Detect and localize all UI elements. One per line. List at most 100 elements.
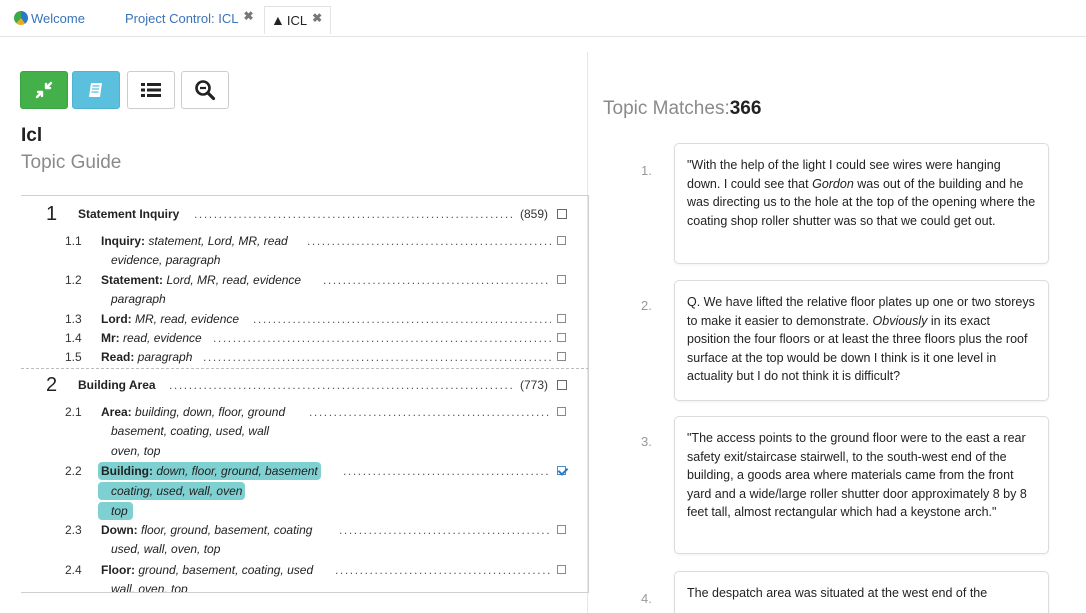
- topic-item-down[interactable]: Down: floor, ground, basement, coating: [101, 522, 312, 538]
- collapse-icon: [35, 81, 53, 99]
- item-keywords-cont: wall, oven, top: [111, 582, 188, 593]
- item-number: 2.1: [65, 405, 82, 419]
- match-emphasis: Obviously: [872, 313, 928, 328]
- topic-item-lord[interactable]: Lord: MR, read, evidence: [101, 311, 239, 327]
- topic-guide-panel: Icl Topic Guide 1 Statement Inquiry ....…: [8, 52, 589, 613]
- item-checkbox[interactable]: [557, 407, 566, 416]
- close-icon[interactable]: ✖: [243, 9, 253, 23]
- item-checkbox-checked[interactable]: [557, 466, 566, 475]
- zoom-out-button[interactable]: [181, 71, 229, 109]
- item-number: 1.3: [65, 312, 82, 326]
- item-number: 2.4: [65, 563, 82, 577]
- match-card[interactable]: Q. We have lifted the relative floor pla…: [674, 280, 1049, 401]
- tab-welcome[interactable]: Welcome: [14, 9, 85, 31]
- item-checkbox[interactable]: [557, 314, 566, 323]
- globe-icon: [14, 11, 28, 25]
- collapse-button[interactable]: [20, 71, 68, 109]
- item-number: 1.1: [65, 234, 82, 248]
- item-keywords-cont: used, wall, oven, top: [111, 542, 221, 556]
- document-subtitle: Topic Guide: [21, 152, 122, 173]
- topic-item-mr[interactable]: Mr: read, evidence: [101, 330, 202, 346]
- section-checkbox[interactable]: [557, 209, 567, 219]
- leader-dots: ........................................…: [339, 523, 551, 537]
- item-number: 2.2: [65, 464, 82, 478]
- topic-guide-list[interactable]: 1 Statement Inquiry ....................…: [21, 195, 589, 593]
- item-checkbox[interactable]: [557, 275, 566, 284]
- leader-dots: ........................................…: [203, 350, 551, 364]
- section-checkbox[interactable]: [557, 380, 567, 390]
- item-keywords-cont: top: [98, 502, 133, 520]
- leader-dots: ........................................…: [253, 312, 551, 326]
- topic-item-read[interactable]: Read: paragraph: [101, 349, 192, 365]
- section-title-building-area[interactable]: Building Area: [78, 377, 156, 393]
- match-text: "The access points to the ground floor w…: [687, 431, 1027, 520]
- topic-item-area[interactable]: Area: building, down, floor, ground: [101, 404, 285, 420]
- topic-matches-label: Topic Matches:: [603, 98, 730, 119]
- close-icon[interactable]: ✖: [312, 11, 322, 25]
- section-title-statement-inquiry[interactable]: Statement Inquiry: [78, 206, 179, 222]
- item-keywords: read, evidence: [119, 331, 202, 345]
- item-checkbox[interactable]: [557, 333, 566, 342]
- tab-icl-label: ICL: [286, 13, 308, 28]
- search-minus-icon: [195, 80, 216, 101]
- tab-bar: Welcome Project Control: ICL ✖ ▲ ICL ✖: [0, 0, 1086, 37]
- section-divider: [21, 368, 588, 369]
- item-keywords-text: top: [111, 504, 128, 518]
- item-keywords-cont: coating, used, wall, oven: [98, 482, 246, 500]
- leader-dots: ........................................…: [309, 405, 551, 419]
- item-checkbox[interactable]: [557, 525, 566, 534]
- item-label: Inquiry:: [101, 234, 145, 248]
- topic-matches-count: 366: [729, 98, 762, 119]
- tab-project-label: Project Control: ICL: [125, 11, 239, 26]
- tab-welcome-label: Welcome: [31, 11, 85, 26]
- match-text: The despatch area was situated at the we…: [687, 586, 988, 600]
- icl-logo-icon: ▲: [271, 12, 285, 28]
- book-button[interactable]: [72, 71, 120, 109]
- tab-project-control[interactable]: Project Control: ICL ✖: [125, 9, 254, 31]
- list-icon: [141, 83, 161, 97]
- item-label: Building:: [101, 464, 153, 478]
- document-title: Icl: [21, 125, 43, 146]
- match-emphasis: Gordon: [812, 176, 854, 191]
- item-label: Lord:: [101, 312, 132, 326]
- topic-item-statement[interactable]: Statement: Lord, MR, read, evidence: [101, 272, 301, 288]
- match-number: 2.: [641, 298, 652, 313]
- match-card[interactable]: "With the help of the light I could see …: [674, 143, 1049, 264]
- match-card[interactable]: The despatch area was situated at the we…: [674, 571, 1049, 613]
- leader-dots: ........................................…: [335, 563, 551, 577]
- match-card[interactable]: "The access points to the ground floor w…: [674, 416, 1049, 554]
- item-number: 1.2: [65, 273, 82, 287]
- topic-matches-heading: Topic Matches:366: [603, 98, 761, 120]
- topic-item-inquiry[interactable]: Inquiry: statement, Lord, MR, read: [101, 233, 288, 249]
- item-checkbox[interactable]: [557, 352, 566, 361]
- leader-dots: ........................................…: [307, 234, 551, 248]
- leader-dots: ........................................…: [323, 273, 551, 287]
- item-checkbox[interactable]: [557, 565, 566, 574]
- item-keywords: paragraph: [134, 350, 193, 364]
- item-keywords-text: coating, used, wall, oven: [111, 484, 243, 498]
- topic-item-floor[interactable]: Floor: ground, basement, coating, used: [101, 562, 313, 578]
- section-number: 2: [46, 374, 58, 396]
- item-keywords: MR, read, evidence: [131, 312, 240, 326]
- leader-dots: ........................................…: [194, 207, 512, 221]
- match-number: 4.: [641, 591, 652, 606]
- item-keywords: floor, ground, basement, coating: [137, 523, 313, 537]
- item-label: Down:: [101, 523, 138, 537]
- tab-icl[interactable]: ▲ ICL ✖: [264, 6, 332, 34]
- item-keywords: Lord, MR, read, evidence: [163, 273, 302, 287]
- item-keywords-cont: basement, coating, used, wall: [111, 424, 270, 438]
- leader-dots: ........................................…: [169, 378, 512, 392]
- item-label: Statement:: [101, 273, 164, 287]
- topic-item-building[interactable]: Building: down, floor, ground, basement: [98, 462, 321, 480]
- item-keywords: down, floor, ground, basement: [152, 464, 318, 478]
- item-keywords: ground, basement, coating, used: [135, 563, 314, 577]
- item-checkbox[interactable]: [557, 236, 566, 245]
- list-button[interactable]: [127, 71, 175, 109]
- section-count: (773): [520, 378, 549, 392]
- item-keywords-cont: oven, top: [111, 444, 161, 458]
- item-label: Area:: [101, 405, 132, 419]
- item-keywords-cont: evidence, paragraph: [111, 253, 221, 267]
- item-keywords-cont: paragraph: [111, 292, 166, 306]
- section-count: (859): [520, 207, 549, 221]
- section-number: 1: [46, 203, 58, 225]
